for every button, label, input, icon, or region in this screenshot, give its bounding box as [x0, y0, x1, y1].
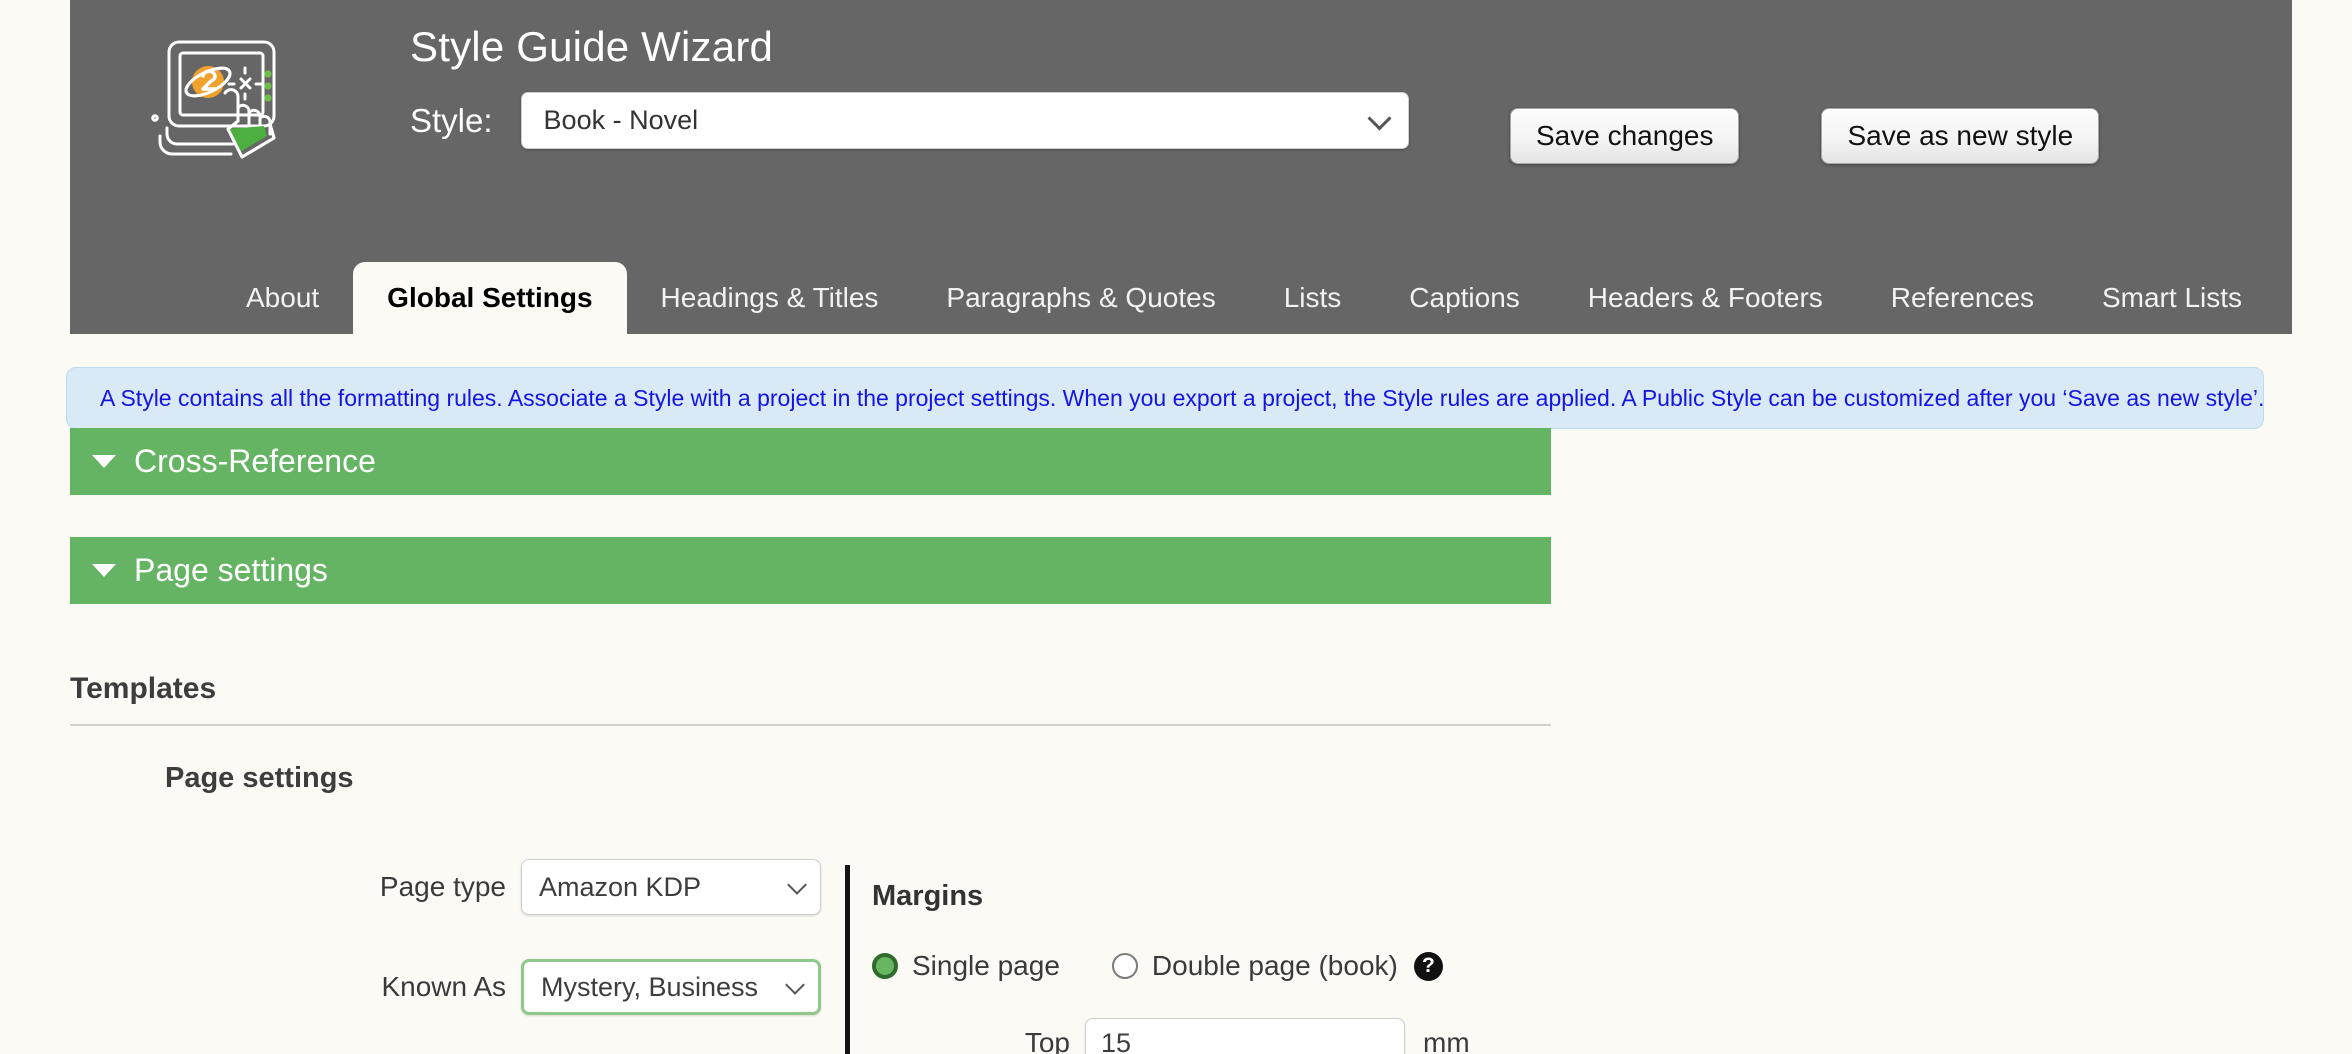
radio-single-page[interactable] — [872, 953, 898, 979]
field-row-known-as: Known As Mystery, Business — [346, 955, 821, 1019]
margin-top-unit: mm — [1423, 1027, 1470, 1054]
margins-panel: Margins Single page Double page (book) ?… — [872, 880, 1470, 1054]
templates-title: Templates — [70, 672, 217, 705]
page-type-label: Page type — [379, 871, 506, 902]
radio-double-page-label[interactable]: Double page (book) — [1152, 950, 1398, 982]
style-select-value: Book - Novel — [543, 105, 699, 136]
caret-down-icon — [92, 455, 116, 468]
page-settings-form: Page type Amazon KDP Known As Mystery, B… — [346, 855, 821, 1054]
app-header: Style Guide Wizard Style: Book - Novel S… — [70, 0, 2292, 334]
header-top-area: Style Guide Wizard Style: Book - Novel S… — [70, 0, 2292, 262]
info-banner: A Style contains all the formatting rule… — [66, 367, 2264, 429]
known-as-value: Mystery, Business — [541, 971, 759, 1002]
tab-headers-footers[interactable]: Headers & Footers — [1554, 262, 1857, 334]
style-select[interactable]: Book - Novel — [520, 92, 1409, 150]
margins-panel-divider — [845, 865, 850, 1054]
accordion-page-settings-label: Page settings — [134, 552, 328, 588]
tab-bar: About Global Settings Headings & Titles … — [70, 262, 2292, 334]
header-actions: Save changes Save as new style — [1510, 108, 2100, 164]
accordion-page-settings[interactable]: Page settings — [70, 537, 1551, 604]
known-as-label: Known As — [381, 971, 506, 1002]
style-label: Style: — [410, 101, 493, 139]
tab-captions[interactable]: Captions — [1375, 262, 1554, 334]
radio-double-page[interactable] — [1111, 953, 1138, 979]
app-title: Style Guide Wizard — [410, 23, 774, 70]
tab-headings-titles[interactable]: Headings & Titles — [627, 262, 913, 334]
radio-single-page-label[interactable]: Single page — [912, 950, 1060, 982]
page-type-select[interactable]: Amazon KDP — [521, 859, 821, 915]
save-changes-button[interactable]: Save changes — [1510, 108, 1740, 164]
known-as-select[interactable]: Mystery, Business — [521, 959, 821, 1015]
accordion-cross-reference-label: Cross-Reference — [134, 443, 376, 479]
field-row-page-type: Page type Amazon KDP — [346, 855, 821, 919]
margins-title: Margins — [872, 880, 984, 912]
tab-smart-lists[interactable]: Smart Lists — [2068, 262, 2276, 334]
tab-about[interactable]: About — [212, 262, 353, 334]
title-block: Style Guide Wizard Style: Book - Novel — [410, 22, 1409, 150]
margin-top-label: Top — [1024, 1027, 1070, 1054]
chevron-down-icon — [785, 975, 805, 995]
templates-section-header: Templates — [70, 672, 1551, 726]
info-banner-text: A Style contains all the formatting rule… — [100, 384, 2265, 411]
style-selector-row: Style: Book - Novel — [410, 92, 1409, 150]
tablet-hand-planet-logo-icon — [145, 32, 295, 162]
margin-top-row: Top mm — [992, 1018, 1470, 1054]
margin-top-input[interactable] — [1085, 1018, 1405, 1054]
templates-divider — [70, 724, 1551, 726]
page-type-value: Amazon KDP — [539, 871, 702, 902]
caret-down-icon — [92, 564, 116, 577]
tab-paragraphs-quotes[interactable]: Paragraphs & Quotes — [912, 262, 1249, 334]
question-mark-help-icon[interactable]: ? — [1413, 951, 1443, 981]
tab-references[interactable]: References — [1857, 262, 2068, 334]
chevron-down-icon — [787, 875, 807, 895]
app-root: Style Guide Wizard Style: Book - Novel S… — [0, 0, 2352, 1054]
save-as-new-style-button[interactable]: Save as new style — [1821, 108, 2100, 164]
accordion-cross-reference[interactable]: Cross-Reference — [70, 428, 1551, 495]
margins-mode-radio-group: Single page Double page (book) ? — [872, 950, 1443, 982]
tab-global-settings[interactable]: Global Settings — [353, 262, 627, 334]
chevron-down-icon — [1367, 106, 1392, 131]
tab-lists[interactable]: Lists — [1250, 262, 1376, 334]
page-settings-subsection-title: Page settings — [165, 762, 354, 794]
